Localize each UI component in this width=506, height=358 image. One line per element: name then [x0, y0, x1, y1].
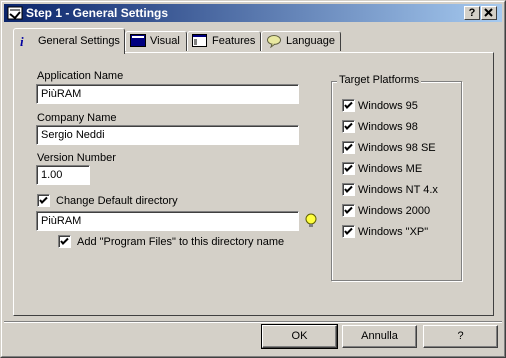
change-dir-label: Change Default directory [56, 195, 178, 207]
ok-label: OK [291, 330, 308, 342]
check-icon [39, 196, 48, 204]
help-title-label: ? [468, 7, 476, 19]
check-icon [344, 122, 353, 130]
platform-checkbox[interactable] [342, 162, 355, 175]
check-icon [344, 206, 353, 214]
title-bar[interactable]: Step 1 - General Settings ? [4, 4, 502, 22]
close-icon [484, 8, 493, 17]
tab-general-settings[interactable]: i General Settings [13, 28, 125, 54]
check-icon [344, 143, 353, 151]
help-button[interactable]: ? [423, 325, 498, 348]
tab-label: Features [212, 35, 256, 47]
separator [4, 321, 502, 323]
app-name-input[interactable]: PiùRAM [36, 84, 299, 104]
change-dir-checkbox[interactable] [37, 194, 50, 207]
monitor-icon [130, 34, 146, 48]
platform-checkbox[interactable] [342, 225, 355, 238]
company-label: Company Name [37, 112, 117, 124]
platform-checkbox[interactable] [342, 204, 355, 217]
platform-label: Windows 98 SE [358, 142, 436, 154]
platform-checkbox[interactable] [342, 99, 355, 112]
platform-label: Windows 95 [358, 100, 418, 112]
platform-checkbox[interactable] [342, 141, 355, 154]
speech-bubble-icon [266, 34, 282, 49]
check-icon [344, 101, 353, 109]
add-program-files-label: Add "Program Files" to this directory na… [77, 236, 285, 248]
tab-label: General Settings [38, 35, 120, 47]
check-icon [344, 185, 353, 193]
directory-input[interactable]: PiùRAM [36, 211, 299, 231]
platform-label: Windows ME [358, 163, 423, 175]
platform-label: Windows 2000 [358, 205, 431, 217]
window-title: Step 1 - General Settings [26, 6, 169, 20]
tab-visual[interactable]: Visual [125, 31, 187, 51]
app-icon [7, 5, 23, 21]
platform-checkbox[interactable] [342, 120, 355, 133]
dialog-window: Step 1 - General Settings ? i General Se… [0, 0, 506, 358]
tab-features[interactable]: Features [187, 31, 261, 51]
check-icon [344, 164, 353, 172]
info-icon: i [18, 34, 34, 49]
platform-label: Windows 98 [358, 121, 418, 133]
add-program-files-checkbox[interactable] [58, 235, 71, 248]
version-input[interactable]: 1.00 [36, 165, 90, 185]
company-input[interactable]: Sergio Neddi [36, 125, 299, 145]
target-platforms-title: Target Platforms [337, 74, 422, 86]
lightbulb-icon[interactable] [304, 212, 318, 233]
tab-language[interactable]: Language [261, 31, 341, 51]
svg-text:i: i [20, 34, 24, 48]
cancel-button[interactable]: Annulla [342, 325, 417, 348]
app-name-label: Application Name [37, 70, 124, 82]
tab-label: Visual [150, 35, 180, 47]
cancel-label: Annulla [361, 330, 398, 342]
tab-label: Language [286, 35, 335, 47]
window-icon [192, 34, 208, 48]
close-button[interactable] [481, 6, 497, 20]
platform-label: Windows NT 4.x [358, 184, 438, 196]
ok-button[interactable]: OK [261, 324, 338, 349]
platform-checkbox[interactable] [342, 183, 355, 196]
help-title-button[interactable]: ? [464, 6, 480, 20]
help-label: ? [457, 330, 464, 342]
check-icon [344, 227, 353, 235]
version-label: Version Number [37, 152, 116, 164]
platform-label: Windows "XP" [358, 226, 429, 238]
check-icon [60, 237, 69, 245]
